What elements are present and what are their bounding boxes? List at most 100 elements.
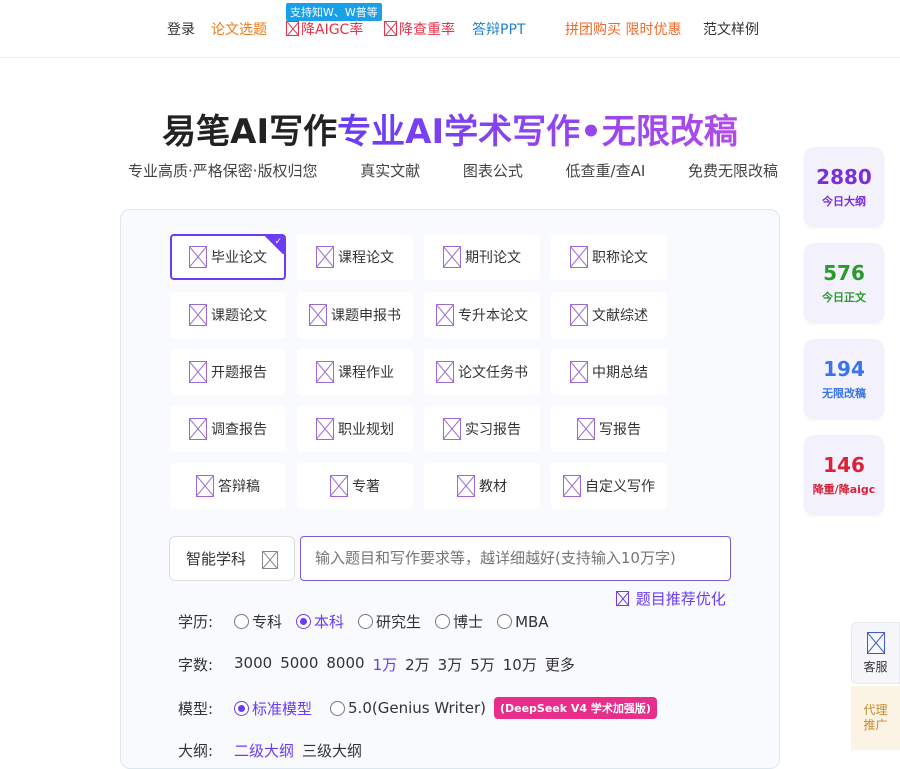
radio-circle: [296, 614, 312, 629]
paper-type-button[interactable]: 开题报告: [170, 349, 286, 395]
outline-option[interactable]: 二级大纲: [234, 740, 294, 761]
education-radio[interactable]: MBA: [497, 611, 549, 632]
broken-image-icon: [570, 361, 588, 383]
nav-reduce-aigc[interactable]: 降AIGC率: [286, 19, 363, 39]
customer-service-button[interactable]: 客服: [851, 622, 900, 684]
model-radio-label: 标准模型: [252, 699, 313, 718]
broken-image-icon: [189, 246, 207, 268]
paper-type-label: 职称论文: [592, 250, 648, 266]
paper-type-button[interactable]: 课程论文: [297, 234, 413, 280]
nav-defense-ppt[interactable]: 答辩PPT: [472, 19, 525, 39]
wordcount-option[interactable]: 10万: [503, 654, 537, 675]
wordcount-option[interactable]: 5万: [470, 654, 495, 675]
education-radio-label: MBA: [515, 612, 549, 631]
paper-type-button[interactable]: 专著: [297, 463, 413, 509]
stat-label: 降重/降aigc: [812, 483, 876, 496]
paper-type-button[interactable]: 课题申报书: [297, 292, 413, 338]
radio-circle: [435, 614, 451, 629]
model-radio[interactable]: 标准模型: [234, 698, 312, 719]
hero-title-slogan: 专业AI学术写作•无限改稿: [337, 112, 738, 152]
broken-image-icon: [286, 21, 299, 36]
paper-type-button[interactable]: 职称论文: [551, 234, 667, 280]
paper-type-button[interactable]: 中期总结: [551, 349, 667, 395]
wordcount-option[interactable]: 3万: [438, 654, 463, 675]
education-radio-label: 专科: [252, 613, 283, 631]
paper-type-label: 课程论文: [338, 250, 394, 266]
paper-type-button[interactable]: 写报告: [551, 406, 667, 452]
paper-type-label: 答辩稿: [218, 479, 260, 495]
paper-type-label: 中期总结: [592, 365, 648, 381]
stat-card: 576 今日正文: [804, 243, 884, 323]
nav-topic-selection[interactable]: 论文选题: [211, 19, 267, 39]
paper-type-label: 期刊论文: [465, 250, 521, 266]
subject-select[interactable]: 智能学科: [169, 536, 295, 581]
wordcount-option[interactable]: 更多: [545, 654, 575, 675]
paper-type-button[interactable]: 自定义写作: [551, 463, 667, 509]
paper-type-button[interactable]: 毕业论文: [170, 234, 286, 280]
feature-item: 免费无限改稿: [687, 162, 778, 180]
wordcount-option[interactable]: 8000: [326, 654, 364, 675]
paper-type-button[interactable]: 课程作业: [297, 349, 413, 395]
education-radio-label: 研究生: [376, 613, 422, 631]
paper-type-button[interactable]: 调查报告: [170, 406, 286, 452]
paper-type-button[interactable]: 文献综述: [551, 292, 667, 338]
broken-image-icon: [616, 591, 629, 606]
paper-type-label: 课程作业: [338, 365, 394, 381]
paper-type-button[interactable]: 职业规划: [297, 406, 413, 452]
stat-number: 2880: [816, 165, 872, 189]
wordcount-option[interactable]: 3000: [234, 654, 272, 675]
wordcount-option[interactable]: 5000: [280, 654, 318, 675]
nav-reduce-duplicate[interactable]: 降查重率: [384, 19, 455, 39]
education-radio[interactable]: 本科: [296, 611, 344, 632]
paper-type-label: 论文任务书: [458, 365, 528, 381]
service-label: 客服: [863, 659, 888, 674]
paper-type-button[interactable]: 教材: [424, 463, 540, 509]
deepseek-badge: (DeepSeek V4 学术加强版): [493, 697, 657, 719]
broken-image-icon: [262, 551, 278, 569]
hero-title: 易笔AI写作专业AI学术写作•无限改稿: [0, 104, 900, 153]
paper-type-button[interactable]: 实习报告: [424, 406, 540, 452]
paper-type-label: 课题论文: [211, 308, 267, 324]
paper-type-button[interactable]: 专升本论文: [424, 292, 540, 338]
broken-image-icon: [384, 21, 397, 36]
education-radio[interactable]: 研究生: [358, 611, 421, 632]
feature-item: 图表公式: [462, 162, 523, 180]
radio-circle: [234, 614, 249, 629]
radio-circle: [330, 700, 346, 716]
paper-type-button[interactable]: 答辩稿: [170, 463, 286, 509]
wordcount-option[interactable]: 2万: [405, 654, 430, 675]
stat-number: 194: [823, 357, 865, 381]
education-radio[interactable]: 博士: [435, 611, 483, 632]
agent-label: 代理推广: [863, 703, 888, 732]
nav-login[interactable]: 登录: [167, 19, 195, 39]
broken-image-icon: [577, 418, 595, 440]
radio-circle: [497, 614, 513, 629]
model-row: 模型: 标准模型 5.0(Genius Writer) (DeepSeek V4 …: [178, 697, 657, 719]
broken-image-icon: [316, 361, 334, 383]
nav-aigc-label: 降AIGC率: [301, 22, 364, 38]
education-radio[interactable]: 专科: [234, 611, 282, 632]
paper-type-label: 写报告: [599, 422, 641, 438]
paper-type-button[interactable]: 课题论文: [170, 292, 286, 338]
model-radio[interactable]: 5.0(Genius Writer): [330, 699, 486, 717]
topic-optimize-link[interactable]: 题目推荐优化: [616, 588, 726, 609]
wordcount-option[interactable]: 1万: [373, 654, 398, 675]
outline-option[interactable]: 三级大纲: [302, 740, 362, 761]
paper-type-button[interactable]: 期刊论文: [424, 234, 540, 280]
paper-type-button[interactable]: 论文任务书: [424, 349, 540, 395]
stat-label: 无限改稿: [822, 387, 866, 400]
education-row: 学历: 专科 本科 研究生 博士 MBA: [178, 611, 563, 632]
broken-image-icon: [196, 475, 214, 497]
subject-label: 智能学科: [186, 550, 247, 568]
nav-group-buy[interactable]: 拼团购买 限时优惠: [565, 19, 681, 39]
stat-card: 194 无限改稿: [804, 339, 884, 419]
paper-type-label: 职业规划: [338, 422, 394, 438]
wordcount-label: 字数:: [178, 656, 214, 674]
stat-label: 今日大纲: [822, 195, 866, 208]
paper-type-label: 实习报告: [465, 422, 521, 438]
nav-samples[interactable]: 范文样例: [703, 19, 759, 39]
radio-circle: [234, 700, 249, 716]
agent-promo-button[interactable]: 代理推广: [851, 686, 900, 750]
broken-image-icon: [563, 475, 581, 497]
topic-input[interactable]: [300, 536, 731, 581]
